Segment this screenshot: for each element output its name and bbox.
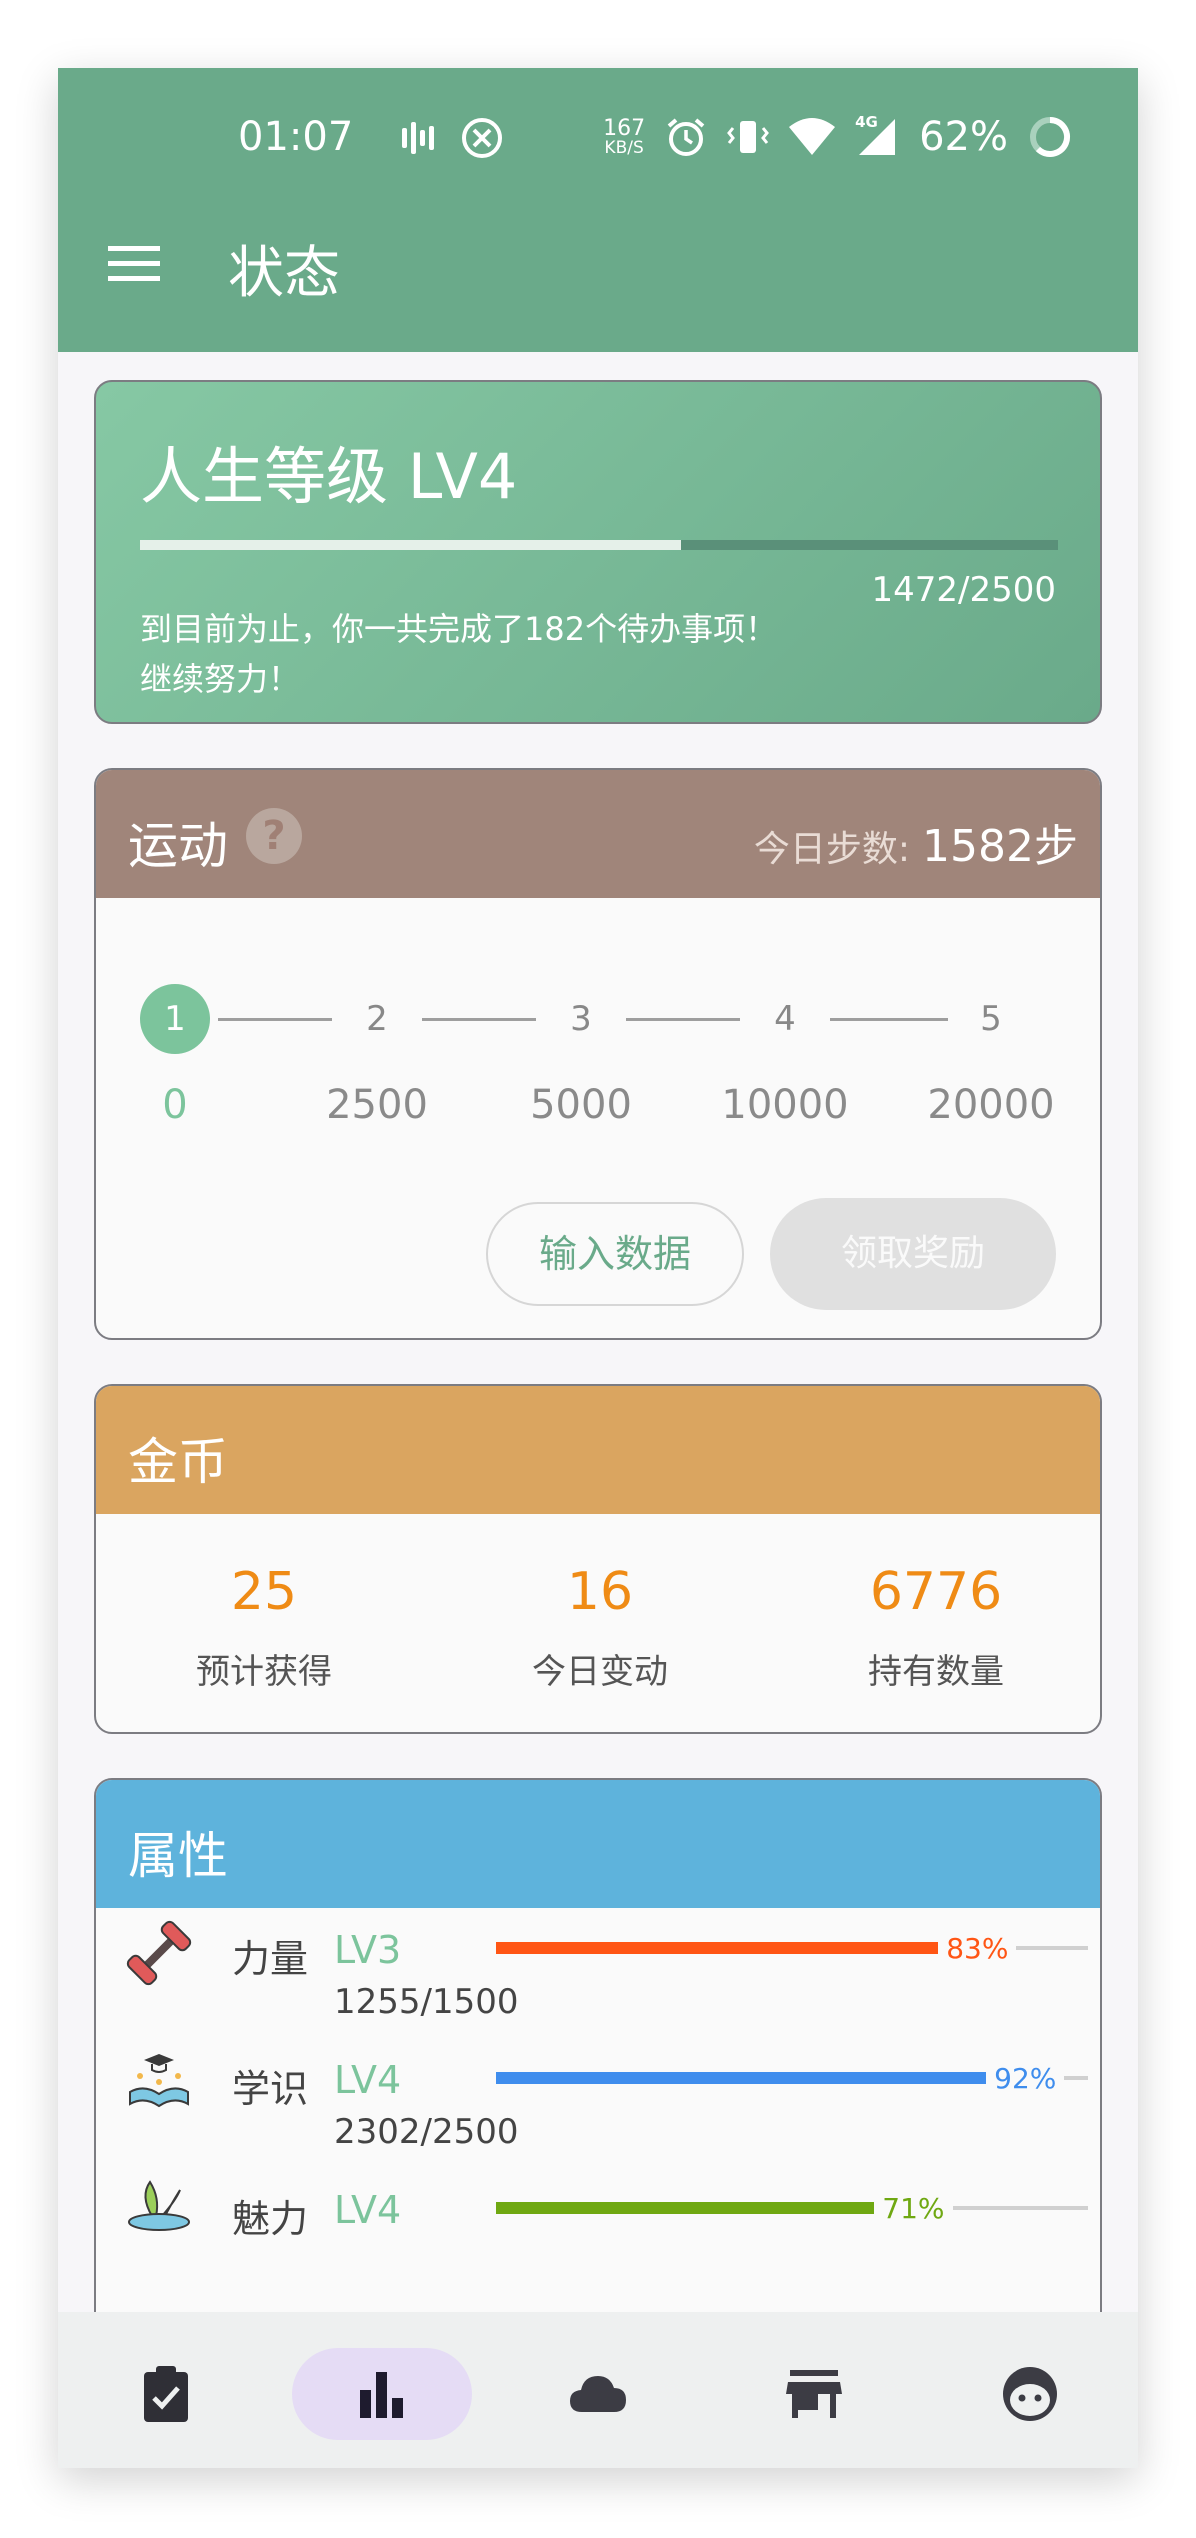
attribute-percent: 92% <box>986 2062 1065 2095</box>
level-progress-bar <box>140 540 1058 550</box>
coin-stat-held: 6776 持有数量 <box>768 1562 1100 1693</box>
sport-card: 运动 ? 今日步数: 1582步 1 2 3 4 5 0 2500 5000 1… <box>94 768 1102 1340</box>
coin-stat-today: 16 今日变动 <box>432 1562 768 1693</box>
attribute-name: 力量 <box>232 1937 309 1981</box>
milestone-connector <box>422 1018 536 1021</box>
milestone-connector <box>626 1018 740 1021</box>
status-bar: 01:07 167 KB/S 4G 62% <box>58 68 1138 208</box>
coin-card: 金币 25 预计获得 16 今日变动 6776 持有数量 <box>94 1384 1102 1734</box>
book-icon <box>129 2054 189 2108</box>
attribute-percent: 83% <box>938 1932 1017 1965</box>
milestone-node-4: 4 <box>774 999 796 1039</box>
coin-stat-label: 预计获得 <box>196 1652 332 1692</box>
attribute-name: 魅力 <box>232 2197 309 2241</box>
help-icon[interactable]: ? <box>246 808 302 864</box>
input-data-button[interactable]: 输入数据 <box>486 1202 744 1306</box>
milestone-node-5: 5 <box>980 999 1002 1039</box>
nav-item-todo[interactable] <box>58 2312 274 2468</box>
coin-stat-label: 今日变动 <box>532 1652 668 1692</box>
coin-stat-value: 6776 <box>869 1562 1003 1622</box>
attribute-title: 属性 <box>128 1827 228 1885</box>
attribute-percent: 71% <box>874 2192 953 2225</box>
milestone-node-2: 2 <box>366 999 388 1039</box>
net-speed: 167 KB/S <box>603 115 646 158</box>
attribute-xp: 2302/2500 <box>334 2112 519 2152</box>
attribute-card: 属性 力量 LV3 1255/1500 83% 学识 LV4 2302/2500… <box>94 1778 1102 2312</box>
milestone-node-1: 1 <box>140 984 210 1054</box>
page-title: 状态 <box>228 241 340 306</box>
attribute-level: LV4 <box>334 2188 402 2232</box>
level-message: 到目前为止，你一共完成了182个待办事项！ 继续努力！ <box>140 610 778 698</box>
attribute-progress-fill <box>496 2072 987 2084</box>
attribute-level: LV4 <box>334 2058 402 2102</box>
level-progress-text: 1472/2500 <box>871 570 1056 610</box>
nav-label: 状态 <box>274 2462 490 2468</box>
cell-signal-icon: 4G <box>855 113 899 157</box>
nav-item-profile[interactable] <box>922 2312 1138 2468</box>
blocked-icon <box>462 118 502 158</box>
coin-stat-value: 16 <box>566 1562 634 1622</box>
scroll-content[interactable]: 人生等级 LV4 1472/2500 到目前为止，你一共完成了182个待办事项！… <box>58 352 1138 2312</box>
nav-item-cloud[interactable] <box>490 2312 706 2468</box>
claim-reward-button[interactable]: 领取奖励 <box>770 1198 1056 1310</box>
steps-value: 1582步 <box>922 821 1078 872</box>
alarm-icon <box>667 118 705 156</box>
battery-ring-icon <box>1030 116 1071 157</box>
milestone-value-2: 2500 <box>326 1082 428 1128</box>
attribute-level: LV3 <box>334 1928 402 1972</box>
level-progress-fill <box>140 540 681 550</box>
menu-icon[interactable] <box>108 244 160 284</box>
attribute-xp: 1255/1500 <box>334 1982 519 2022</box>
milestone-connector <box>218 1018 332 1021</box>
store-icon <box>786 2370 842 2418</box>
coin-stat-label: 持有数量 <box>868 1652 1004 1692</box>
steps-label: 今日步数: <box>753 829 910 870</box>
attribute-progress-fill <box>496 2202 875 2214</box>
voice-wave-icon <box>402 122 434 154</box>
sport-title: 运动 <box>128 817 228 875</box>
coin-stat-expected: 25 预计获得 <box>96 1562 432 1693</box>
coin-stat-value: 25 <box>230 1562 298 1622</box>
milestone-value-3: 5000 <box>530 1082 632 1128</box>
attribute-row-knowledge[interactable]: 学识 LV4 2302/2500 92% <box>96 2046 1100 2166</box>
bar-chart-icon <box>360 2372 403 2418</box>
nav-item-store[interactable] <box>706 2312 922 2468</box>
clipboard-check-icon <box>144 2366 188 2422</box>
wifi-icon <box>789 118 836 155</box>
vibrate-icon <box>727 121 770 153</box>
milestone-connector <box>830 1018 948 1021</box>
attribute-progress-fill <box>496 1942 939 1954</box>
battery-text: 62% <box>919 114 1008 160</box>
nav-item-status[interactable]: 状态 <box>274 2312 490 2468</box>
status-time: 01:07 <box>238 114 354 160</box>
cloud-icon <box>570 2376 626 2412</box>
level-title: 人生等级 LV4 <box>140 440 518 513</box>
face-icon <box>1003 2367 1057 2421</box>
plant-icon <box>128 2180 190 2231</box>
phone-screen: 01:07 167 KB/S 4G 62% 状态 人生等级 LV4 1472/2… <box>58 68 1138 2468</box>
app-bar: 01:07 167 KB/S 4G 62% 状态 <box>58 68 1138 352</box>
milestone-node-3: 3 <box>570 999 592 1039</box>
attribute-name: 学识 <box>232 2067 309 2111</box>
milestone-value-1: 0 <box>162 1082 188 1128</box>
coin-title: 金币 <box>128 1433 228 1491</box>
attribute-row-strength[interactable]: 力量 LV3 1255/1500 83% <box>96 1916 1100 2036</box>
attribute-row-charm[interactable]: 魅力 LV4 71% <box>96 2176 1100 2296</box>
life-level-card: 人生等级 LV4 1472/2500 到目前为止，你一共完成了182个待办事项！… <box>94 380 1102 724</box>
bottom-navigation: 状态 <box>58 2312 1138 2468</box>
attribute-card-header: 属性 <box>96 1780 1100 1908</box>
dumbbell-icon <box>126 1920 192 1986</box>
sport-card-header: 运动 ? 今日步数: 1582步 <box>96 770 1100 898</box>
coin-card-header: 金币 <box>96 1386 1100 1514</box>
milestone-value-5: 20000 <box>927 1082 1055 1128</box>
milestone-value-4: 10000 <box>721 1082 849 1128</box>
